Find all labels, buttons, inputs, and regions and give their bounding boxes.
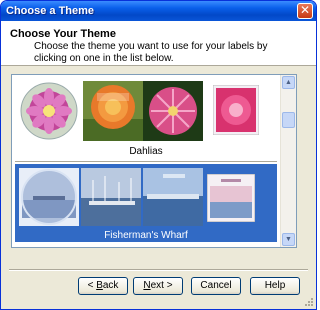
close-icon: ✕ <box>299 3 311 17</box>
theme-item-fishermans-wharf[interactable]: Fisherman's Wharf <box>15 164 277 242</box>
next-label-mnemonic: N <box>143 280 151 291</box>
theme-label-fishermans-wharf: Fisherman's Wharf <box>104 230 188 241</box>
wharf-thumbnail-4 <box>207 174 255 222</box>
back-button[interactable]: < Back <box>78 277 128 295</box>
cancel-button[interactable]: Cancel <box>191 277 241 295</box>
dahlia-thumbnail-2 <box>83 81 143 141</box>
chevron-up-icon: ▲ <box>285 79 292 86</box>
list-scrollbar[interactable]: ▲ ▼ <box>280 75 296 247</box>
scrollbar-thumb[interactable] <box>282 112 295 128</box>
title-bar: Choose a Theme ✕ <box>1 1 316 21</box>
resize-grip-icon[interactable] <box>304 297 314 307</box>
wharf-thumbnail-3 <box>143 168 203 226</box>
dahlia-thumbnail-3 <box>143 81 203 141</box>
theme-label-dahlias: Dahlias <box>129 146 163 157</box>
header-title: Choose Your Theme <box>10 28 116 40</box>
dialog-window: Choose a Theme ✕ Choose Your Theme Choos… <box>0 0 317 310</box>
dahlia-thumbnail-4 <box>213 85 259 135</box>
theme-separator <box>15 161 277 162</box>
window-title: Choose a Theme <box>6 5 95 17</box>
back-label-prefix: < <box>87 280 97 291</box>
theme-item-dahlias[interactable]: Dahlias <box>15 79 277 159</box>
wharf-thumbnail-2 <box>81 168 141 226</box>
scroll-up-button[interactable]: ▲ <box>282 76 295 89</box>
theme-list[interactable]: Dahlias Fisherman's Wharf ▲ ▼ <box>11 74 297 248</box>
scroll-down-button[interactable]: ▼ <box>282 233 295 246</box>
close-button[interactable]: ✕ <box>297 3 313 19</box>
back-label-mnemonic: B <box>96 280 103 291</box>
footer-divider <box>9 269 308 271</box>
wharf-thumbnail-1 <box>19 168 79 226</box>
help-button[interactable]: Help <box>250 277 300 295</box>
next-label-rest: ext > <box>150 280 173 291</box>
chevron-down-icon: ▼ <box>285 236 292 243</box>
wizard-header: Choose Your Theme Choose the theme you w… <box>1 21 316 66</box>
dahlia-thumbnail-1 <box>20 82 78 140</box>
next-button[interactable]: Next > <box>133 277 183 295</box>
header-description: Choose the theme you want to use for you… <box>34 41 268 64</box>
back-label-rest: ack <box>102 280 119 291</box>
